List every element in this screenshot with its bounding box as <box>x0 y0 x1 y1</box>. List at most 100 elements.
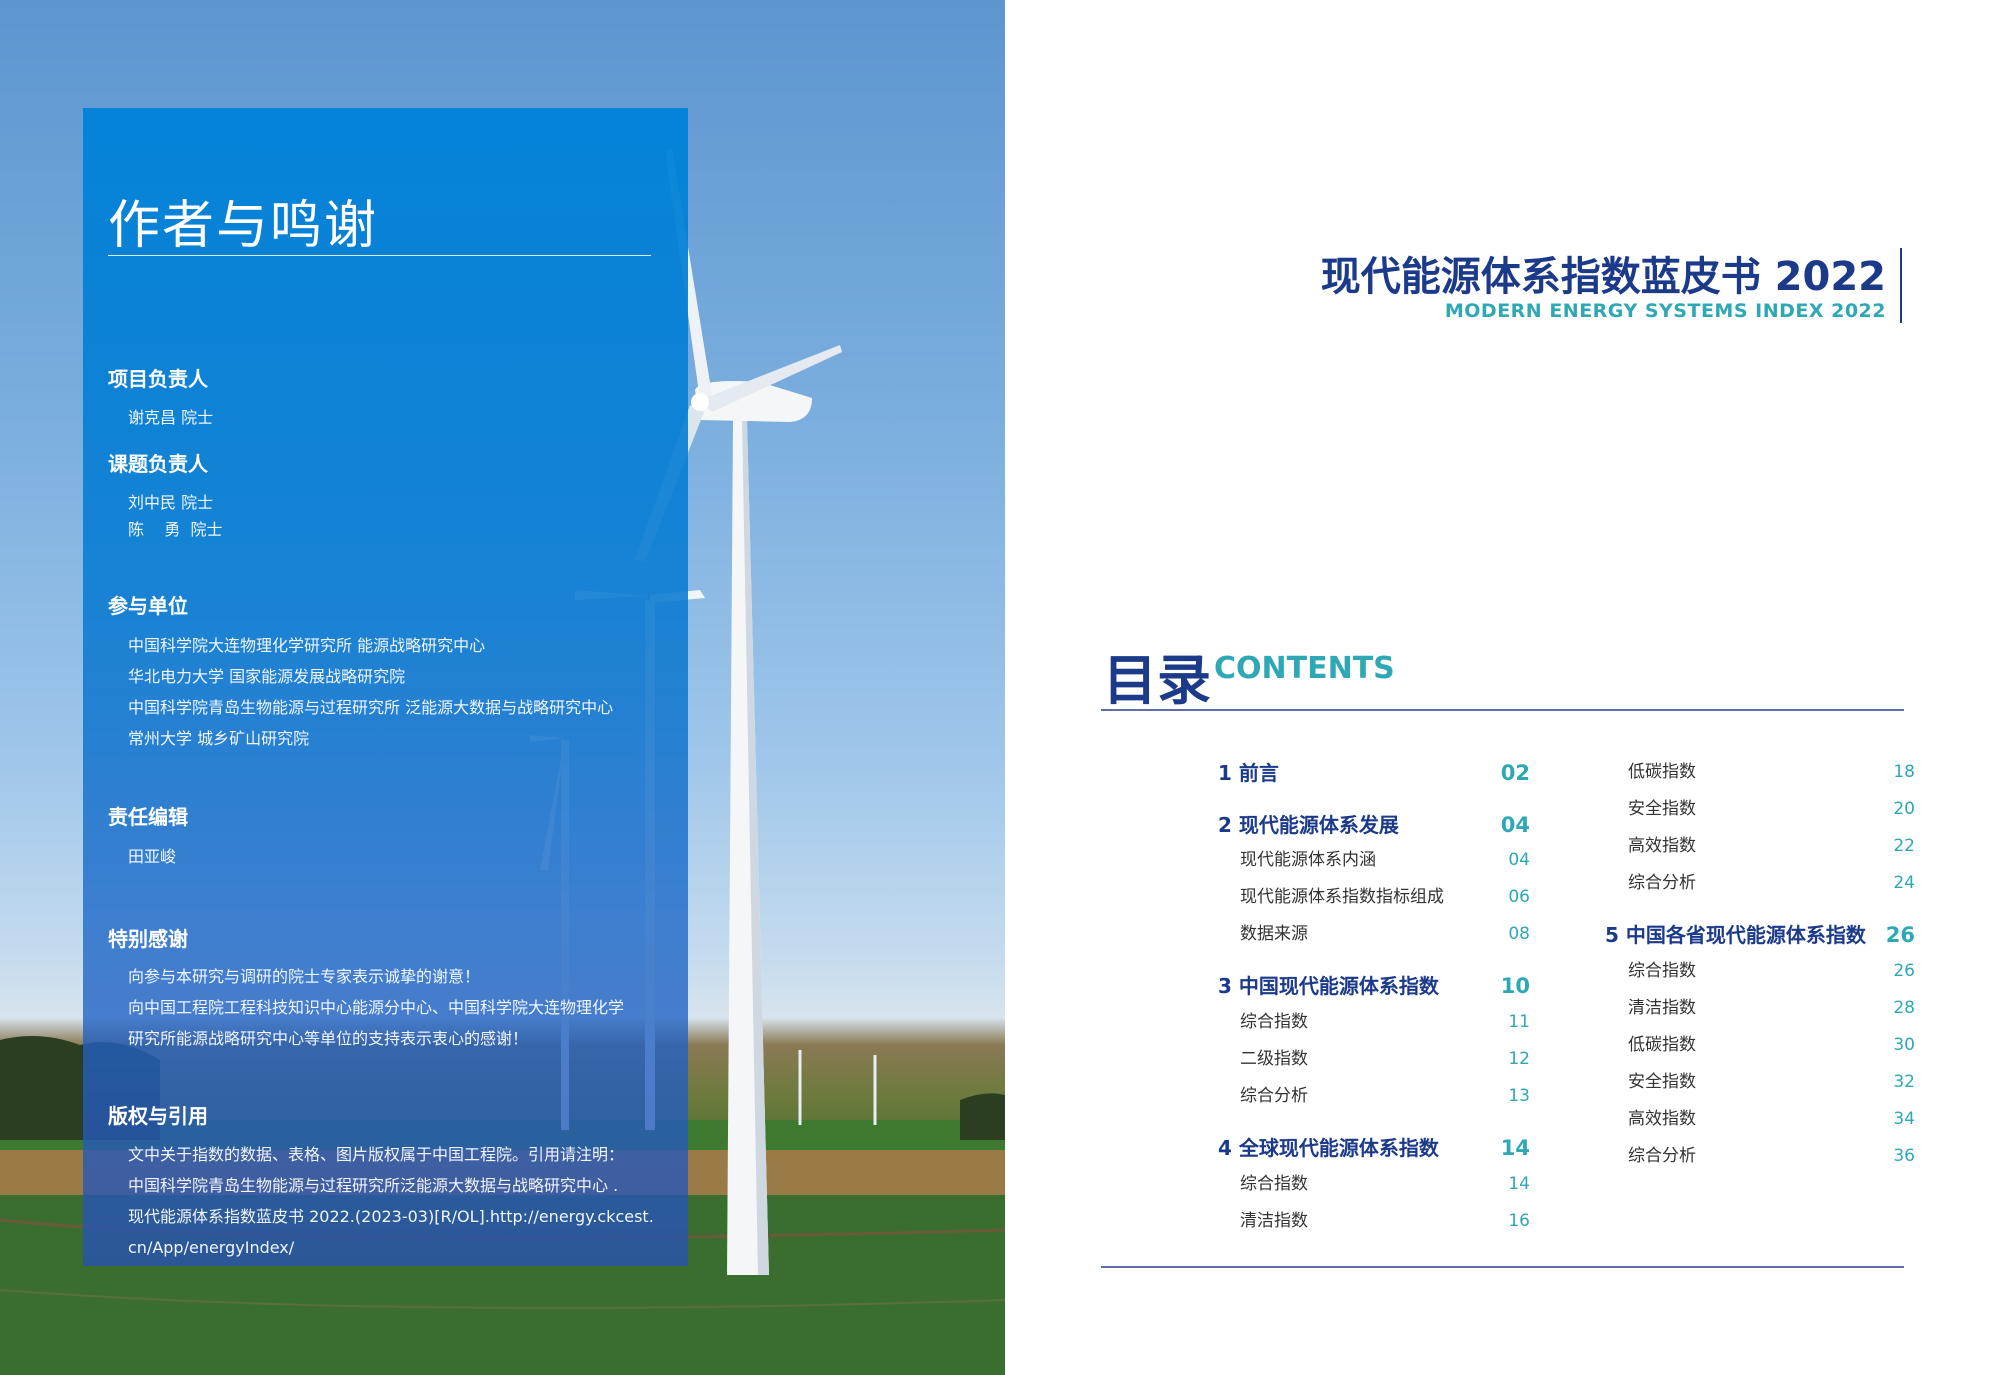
toc-entry[interactable]: 综合分析 24 <box>1628 868 1915 898</box>
toc-entry-page: 18 <box>1893 762 1915 782</box>
toc-entry-page: 13 <box>1508 1086 1530 1106</box>
toc-entry-page: 36 <box>1893 1146 1915 1166</box>
participant-unit: 华北电力大学 国家能源发展战略研究院 <box>128 667 406 686</box>
toc-entry-label: 综合分析 <box>1628 873 1696 893</box>
toc-entry[interactable]: 综合分析 36 <box>1628 1141 1915 1171</box>
title-divider <box>108 255 651 256</box>
toc-entry-page: 11 <box>1508 1012 1530 1032</box>
section-heading-editor: 责任编辑 <box>108 805 188 829</box>
toc-entry[interactable]: 安全指数 20 <box>1628 794 1915 824</box>
toc-heading-cn: 目录 <box>1103 649 1211 712</box>
copyright-line: cn/App/energyIndex/ <box>128 1238 295 1257</box>
toc-entry-label: 低碳指数 <box>1628 1035 1696 1055</box>
toc-entry-label: 综合指数 <box>1628 961 1696 981</box>
toc-entry-label: 安全指数 <box>1628 799 1696 819</box>
toc-entry-label: 高效指数 <box>1628 836 1696 856</box>
toc-entry-page: 12 <box>1508 1049 1530 1069</box>
toc-entry-page: 20 <box>1893 799 1915 819</box>
toc-entry-label: 高效指数 <box>1628 1109 1696 1129</box>
toc-entry-label: 综合指数 <box>1240 1012 1308 1032</box>
toc-entry-page: 14 <box>1508 1174 1530 1194</box>
toc-entry[interactable]: 4 全球现代能源体系指数 14 <box>1218 1133 1530 1163</box>
book-title: 现代能源体系指数蓝皮书 2022 <box>1320 254 1886 300</box>
toc-entry-label: 5 中国各省现代能源体系指数 <box>1605 923 1866 947</box>
toc-entry-page: 08 <box>1508 924 1530 944</box>
toc-entry[interactable]: 综合分析 13 <box>1240 1081 1530 1111</box>
toc-entry[interactable]: 高效指数 22 <box>1628 831 1915 861</box>
toc-entry-label: 现代能源体系指数指标组成 <box>1240 887 1444 907</box>
wind-turbine-photo: 作者与鸣谢 项目负责人 谢克昌 院士 课题负责人 刘中民 院士 陈 勇 院士 参… <box>0 0 1005 1375</box>
title-accent-bar <box>1900 248 1902 323</box>
toc-entry[interactable]: 5 中国各省现代能源体系指数 26 <box>1605 920 1915 950</box>
toc-entry-page: 10 <box>1500 974 1530 998</box>
toc-entry-page: 04 <box>1500 813 1530 837</box>
participant-unit: 中国科学院青岛生物能源与过程研究所 泛能源大数据与战略研究中心 <box>128 698 614 717</box>
toc-entry-label: 2 现代能源体系发展 <box>1218 813 1399 837</box>
toc-entry-page: 28 <box>1893 998 1915 1018</box>
toc-entry[interactable]: 3 中国现代能源体系指数 10 <box>1218 971 1530 1001</box>
toc-entry[interactable]: 低碳指数 30 <box>1628 1030 1915 1060</box>
toc-entry[interactable]: 1 前言 02 <box>1218 758 1530 788</box>
toc-entry-page: 14 <box>1500 1136 1530 1160</box>
toc-entry-page: 26 <box>1885 923 1915 947</box>
toc-entry-label: 1 前言 <box>1218 761 1279 785</box>
toc-heading-en: CONTENTS <box>1214 651 1395 686</box>
thanks-line: 向中国工程院工程科技知识中心能源分中心、中国科学院大连物理化学 <box>128 998 625 1017</box>
toc-entry[interactable]: 安全指数 32 <box>1628 1067 1915 1097</box>
toc-entry-label: 二级指数 <box>1240 1049 1308 1069</box>
toc-entry-page: 02 <box>1500 761 1530 785</box>
toc-entry-label: 现代能源体系内涵 <box>1240 850 1376 870</box>
toc-entry-page: 32 <box>1893 1072 1915 1092</box>
toc-entry[interactable]: 清洁指数 28 <box>1628 993 1915 1023</box>
toc-entry-page: 04 <box>1508 850 1530 870</box>
toc-top-rule <box>1101 709 1904 711</box>
toc-entry[interactable]: 高效指数 34 <box>1628 1104 1915 1134</box>
toc-entry-label: 清洁指数 <box>1628 998 1696 1018</box>
toc-entry-page: 34 <box>1893 1109 1915 1129</box>
toc-entry[interactable]: 清洁指数 16 <box>1240 1206 1530 1236</box>
toc-entry-label: 综合指数 <box>1240 1174 1308 1194</box>
panel-title: 作者与鸣谢 <box>108 196 379 256</box>
toc-entry-page: 26 <box>1893 961 1915 981</box>
toc-entry-page: 22 <box>1893 836 1915 856</box>
toc-entry-label: 综合分析 <box>1240 1086 1308 1106</box>
section-heading-participants: 参与单位 <box>108 594 188 618</box>
toc-entry-page: 24 <box>1893 873 1915 893</box>
thanks-line: 向参与本研究与调研的院士专家表示诚挚的谢意！ <box>128 967 481 986</box>
toc-entry[interactable]: 二级指数 12 <box>1240 1044 1530 1074</box>
toc-entry-label: 低碳指数 <box>1628 762 1696 782</box>
toc-entry-label: 安全指数 <box>1628 1072 1696 1092</box>
toc-entry[interactable]: 现代能源体系指数指标组成 06 <box>1240 882 1530 912</box>
copyright-line: 现代能源体系指数蓝皮书 2022.(2023-03)[R/OL].http://… <box>128 1207 654 1226</box>
copyright-line: 中国科学院青岛生物能源与过程研究所泛能源大数据与战略研究中心 . <box>128 1176 619 1195</box>
toc-entry-page: 16 <box>1508 1211 1530 1231</box>
toc-entry-label: 综合分析 <box>1628 1146 1696 1166</box>
toc-entry[interactable]: 数据来源 08 <box>1240 919 1530 949</box>
toc-entry[interactable]: 综合指数 14 <box>1240 1169 1530 1199</box>
participant-unit: 常州大学 城乡矿山研究院 <box>128 729 310 748</box>
toc-entry-label: 3 中国现代能源体系指数 <box>1218 974 1439 998</box>
toc-entry-label: 4 全球现代能源体系指数 <box>1218 1136 1439 1160</box>
toc-entry-label: 清洁指数 <box>1240 1211 1308 1231</box>
topic-lead-name: 陈 勇 院士 <box>128 520 223 539</box>
toc-entry-label: 数据来源 <box>1240 924 1308 944</box>
participant-unit: 中国科学院大连物理化学研究所 能源战略研究中心 <box>128 636 486 655</box>
section-heading-project-lead: 项目负责人 <box>108 367 208 391</box>
topic-lead-name: 刘中民 院士 <box>128 493 214 512</box>
thanks-line: 研究所能源战略研究中心等单位的支持表示衷心的感谢！ <box>128 1029 529 1048</box>
book-subtitle: MODERN ENERGY SYSTEMS INDEX 2022 <box>1444 300 1886 322</box>
section-heading-thanks: 特别感谢 <box>108 927 188 951</box>
project-lead-name: 谢克昌 院士 <box>128 408 214 427</box>
section-heading-copyright: 版权与引用 <box>108 1104 208 1128</box>
toc-entry[interactable]: 综合指数 26 <box>1628 956 1915 986</box>
toc-entry-page: 30 <box>1893 1035 1915 1055</box>
editor-name: 田亚峻 <box>128 847 177 866</box>
toc-entry[interactable]: 综合指数 11 <box>1240 1007 1530 1037</box>
toc-entry[interactable]: 2 现代能源体系发展 04 <box>1218 810 1530 840</box>
toc-entry[interactable]: 低碳指数 18 <box>1628 757 1915 787</box>
toc-entry-page: 06 <box>1508 887 1530 907</box>
toc-entry[interactable]: 现代能源体系内涵 04 <box>1240 845 1530 875</box>
section-heading-topic-lead: 课题负责人 <box>108 452 208 476</box>
copyright-line: 文中关于指数的数据、表格、图片版权属于中国工程院。引用请注明： <box>128 1145 625 1164</box>
authors-panel: 作者与鸣谢 项目负责人 谢克昌 院士 课题负责人 刘中民 院士 陈 勇 院士 参… <box>83 108 688 1266</box>
